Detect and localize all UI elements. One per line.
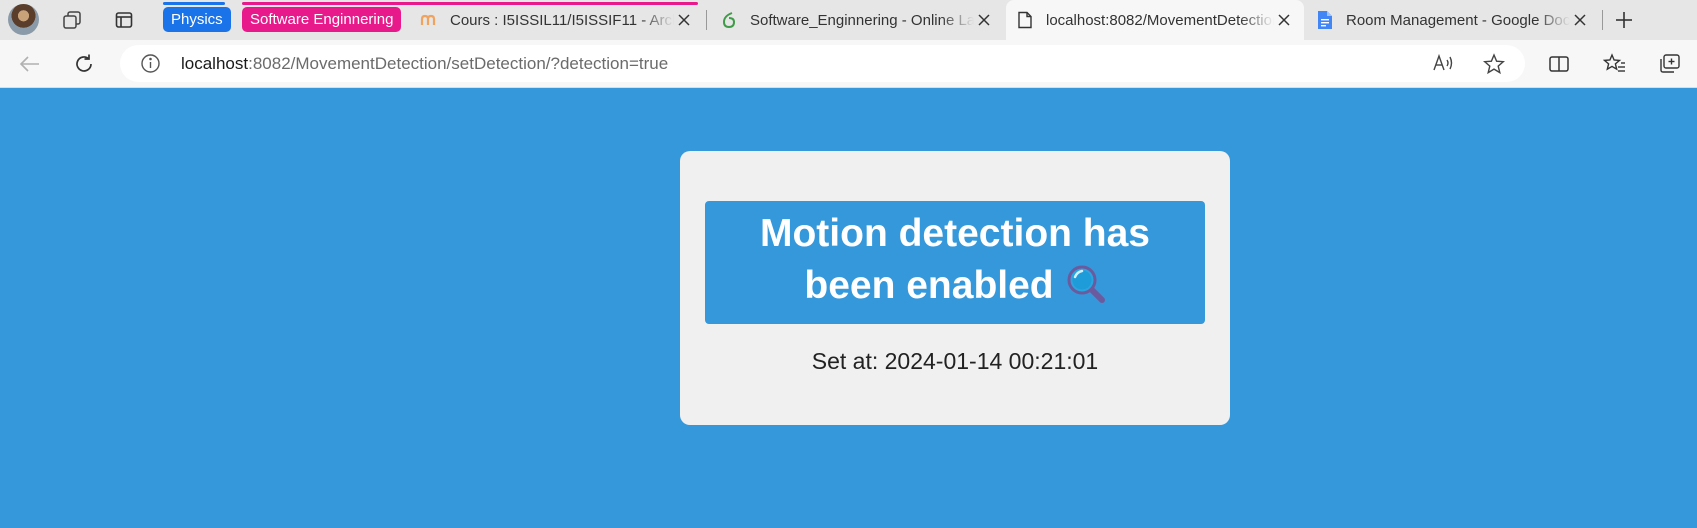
- page-content: Motion detection has been enabled Set at…: [0, 88, 1697, 528]
- close-icon[interactable]: [1274, 10, 1294, 30]
- tab-separator: [706, 10, 707, 30]
- browser-toolbar: localhost:8082/MovementDetection/setDete…: [0, 40, 1697, 88]
- close-icon[interactable]: [674, 10, 694, 30]
- close-icon[interactable]: [974, 10, 994, 30]
- tab-title: Room Management - Google Docs: [1346, 11, 1570, 29]
- page-icon: [1016, 11, 1034, 29]
- refresh-icon[interactable]: [70, 50, 98, 78]
- tab-movement-detection[interactable]: localhost:8082/MovementDetection: [1006, 0, 1304, 40]
- split-screen-icon[interactable]: [1545, 50, 1573, 78]
- url-path: :8082/MovementDetection/setDetection/?de…: [248, 54, 669, 73]
- url-text[interactable]: localhost:8082/MovementDetection/setDete…: [181, 54, 668, 74]
- tab-title: Cours : I5ISSIL11/I5ISSIF11 - Architectu…: [450, 11, 674, 29]
- google-docs-icon: [1316, 11, 1334, 29]
- address-bar[interactable]: localhost:8082/MovementDetection/setDete…: [120, 45, 1525, 82]
- site-info-icon[interactable]: [140, 53, 161, 79]
- moodle-icon: [420, 11, 438, 29]
- tab-group-software[interactable]: Software Enginnering: [242, 7, 402, 32]
- tab-moodle-course[interactable]: Cours : I5ISSIL11/I5ISSIF11 - Architectu…: [410, 0, 704, 40]
- tab-title: localhost:8082/MovementDetection: [1046, 11, 1274, 29]
- profile-avatar[interactable]: [8, 4, 39, 35]
- tab-google-docs[interactable]: Room Management - Google Docs: [1306, 0, 1600, 40]
- close-icon[interactable]: [1570, 10, 1590, 30]
- tab-group-physics[interactable]: Physics: [163, 7, 231, 32]
- back-icon[interactable]: [16, 50, 44, 78]
- favorites-icon[interactable]: [1601, 50, 1629, 78]
- status-banner: Motion detection has been enabled: [705, 201, 1205, 324]
- new-tab-icon[interactable]: [1610, 6, 1638, 34]
- collections-icon[interactable]: [1656, 50, 1684, 78]
- tab-separator: [1602, 10, 1603, 30]
- tab-strip: Physics Software Enginnering Cours : I5I…: [0, 0, 1697, 40]
- read-aloud-icon[interactable]: [1432, 53, 1454, 78]
- tab-overleaf[interactable]: Software_Enginnering - Online LaTeX Edit…: [710, 0, 1004, 40]
- overleaf-icon: [720, 11, 738, 29]
- favorite-star-icon[interactable]: [1482, 53, 1506, 80]
- group-line-physics: [163, 2, 225, 5]
- status-heading: Motion detection has been enabled: [735, 208, 1175, 318]
- workspaces-icon[interactable]: [58, 6, 86, 34]
- tab-group-label: Physics: [171, 11, 223, 28]
- tab-title: Software_Enginnering - Online LaTeX Edit…: [750, 11, 974, 29]
- tab-group-label: Software Enginnering: [250, 11, 394, 28]
- status-card: Motion detection has been enabled Set at…: [680, 151, 1230, 425]
- tab-actions-icon[interactable]: [110, 6, 138, 34]
- set-at-timestamp: Set at: 2024-01-14 00:21:01: [811, 348, 1099, 374]
- url-host: localhost: [181, 54, 249, 73]
- magnifying-glass-icon: [1066, 264, 1106, 318]
